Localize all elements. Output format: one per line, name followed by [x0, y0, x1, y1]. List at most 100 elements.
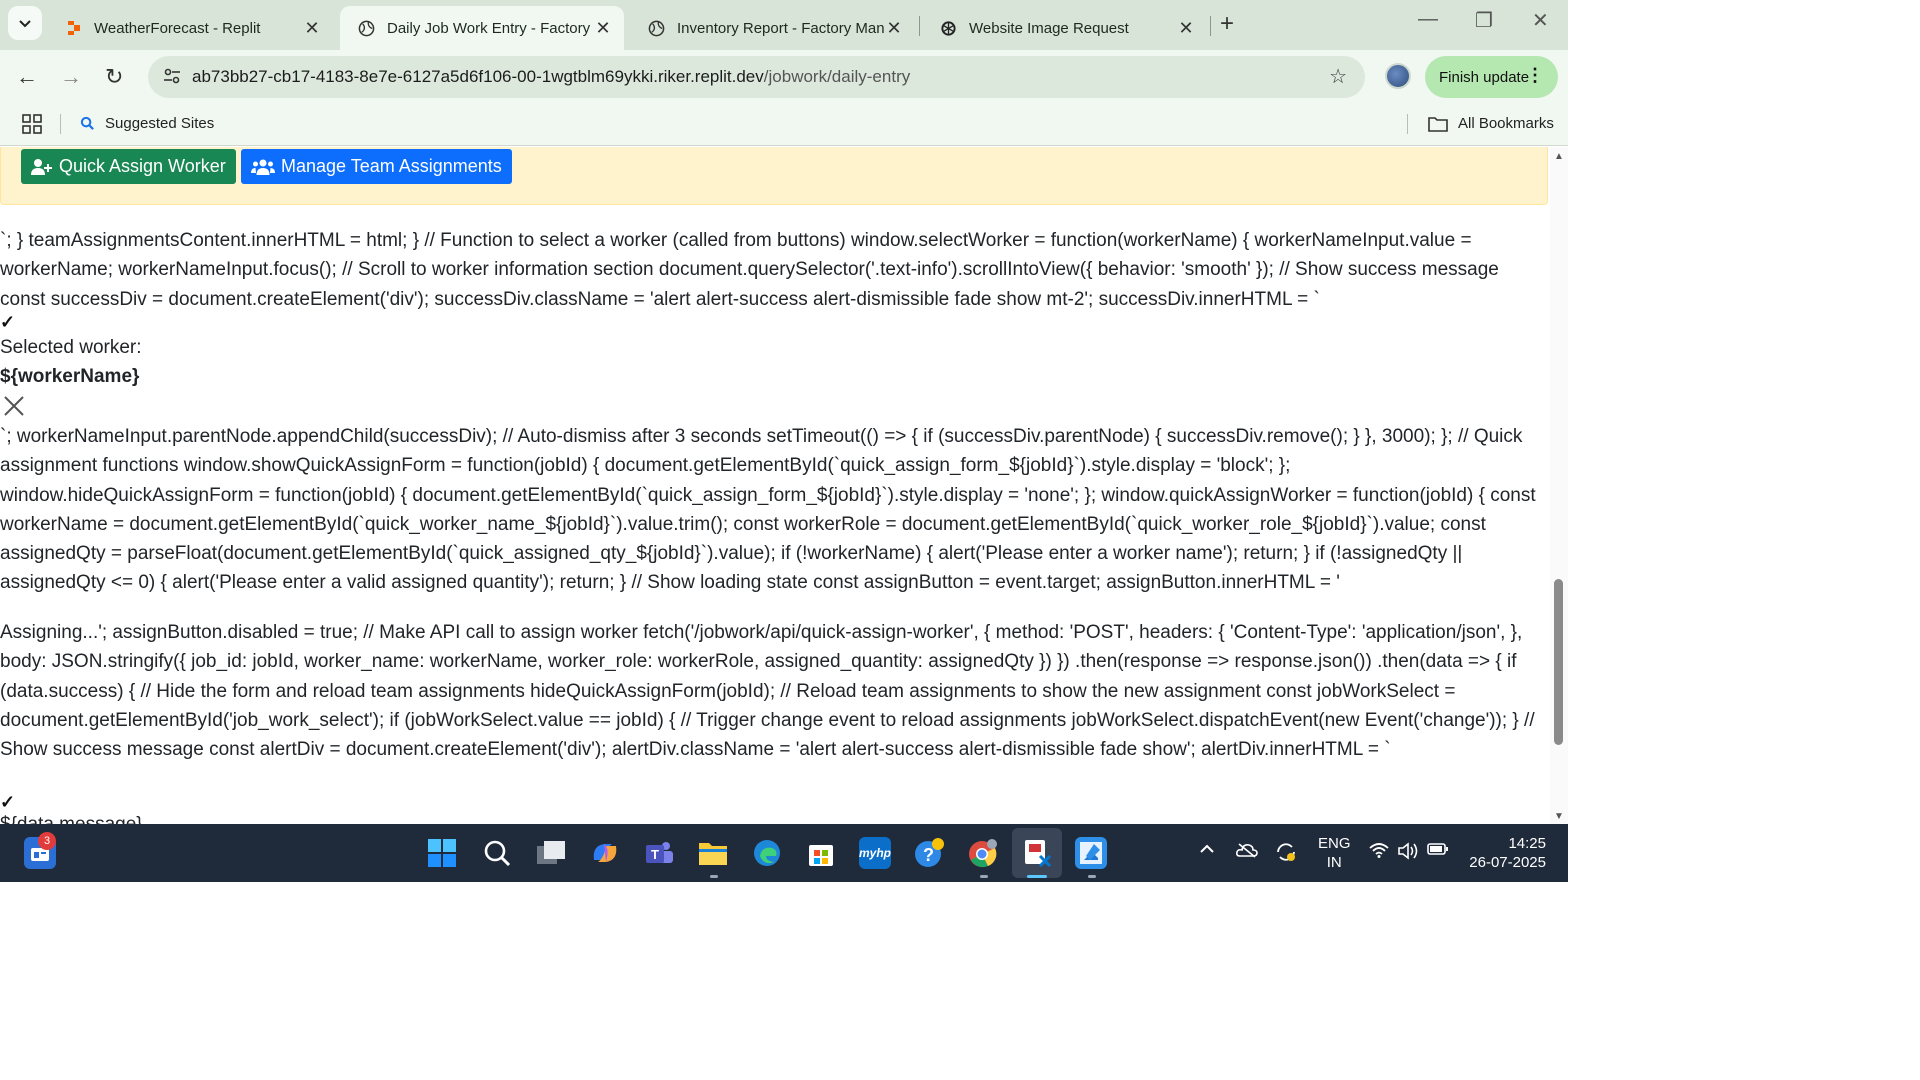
- tab-title: WeatherForecast - Replit: [94, 19, 261, 37]
- url-text[interactable]: ab73bb27-cb17-4183-8e7e-6127a5d6f106-00-…: [192, 67, 910, 87]
- chevron-down-icon: [19, 20, 31, 28]
- tab-separator: [919, 16, 920, 36]
- sync-icon[interactable]: [1275, 842, 1297, 867]
- cut-off-line: ${data.message}: [0, 814, 143, 824]
- all-bookmarks-button[interactable]: All Bookmarks: [1428, 115, 1554, 132]
- apps-grid-icon[interactable]: [22, 114, 42, 134]
- close-icon[interactable]: ✕: [1177, 18, 1195, 39]
- bookmark-separator: [1407, 114, 1408, 134]
- search-icon: [80, 116, 94, 130]
- search-icon[interactable]: [481, 837, 513, 869]
- globe-icon: [648, 20, 665, 36]
- battery-icon[interactable]: [1427, 842, 1449, 861]
- more-menu-icon[interactable]: ⋮: [1526, 65, 1544, 86]
- assignment-alert-bar: Quick Assign Worker Manage Team Assignme…: [0, 147, 1548, 205]
- tab-search-button[interactable]: [8, 6, 42, 40]
- tab-daily-job-work-entry[interactable]: Daily Job Work Entry - Factory Ma ✕: [340, 6, 624, 50]
- folder-icon: [1428, 116, 1448, 132]
- forward-button[interactable]: →: [60, 64, 82, 90]
- clock-time: 14:25: [1508, 835, 1546, 852]
- onedrive-icon[interactable]: [1236, 842, 1258, 863]
- microsoft-store-icon[interactable]: [805, 837, 837, 869]
- minimize-button[interactable]: —: [1418, 8, 1438, 31]
- worker-name-template: ${workerName}: [0, 366, 140, 387]
- notification-badge: 3: [38, 832, 56, 850]
- page-scrollbar[interactable]: ▲ ▼: [1550, 147, 1568, 824]
- task-view-icon[interactable]: [535, 837, 567, 869]
- site-info-icon[interactable]: [162, 66, 182, 86]
- svg-text:?: ?: [923, 845, 934, 865]
- tab-weatherforecast[interactable]: WeatherForecast - Replit ✕: [48, 6, 333, 50]
- manage-team-assignments-button[interactable]: Manage Team Assignments: [241, 149, 512, 184]
- quick-assign-worker-button[interactable]: Quick Assign Worker: [21, 149, 236, 184]
- close-icon[interactable]: ✕: [594, 18, 612, 39]
- teams-icon[interactable]: T: [643, 837, 675, 869]
- tab-separator: [1210, 16, 1211, 36]
- language-indicator[interactable]: ENG IN: [1318, 834, 1351, 872]
- edge-icon[interactable]: [751, 837, 783, 869]
- finish-update-button[interactable]: Finish update ⋮: [1425, 56, 1558, 98]
- raw-script-text-3: Assigning...'; assignButton.disabled = t…: [0, 622, 1535, 761]
- svg-text:T: T: [651, 847, 659, 862]
- chrome-icon[interactable]: [967, 837, 999, 869]
- checkmark-icon: ✓: [0, 792, 16, 812]
- bookmark-separator: [60, 114, 61, 134]
- scroll-up-arrow-icon[interactable]: ▲: [1554, 151, 1564, 162]
- active-indicator: [1027, 875, 1047, 878]
- system-clock[interactable]: 14:25 26-07-2025: [1466, 834, 1546, 872]
- scroll-down-arrow-icon[interactable]: ▼: [1554, 811, 1564, 822]
- show-hidden-icons-chevron-icon[interactable]: [1199, 842, 1215, 860]
- volume-icon[interactable]: [1397, 842, 1419, 865]
- region-code: IN: [1326, 854, 1342, 871]
- checkmark-icon: ✓: [0, 312, 16, 332]
- all-bookmarks-label: All Bookmarks: [1458, 115, 1554, 132]
- raw-script-text-2: `; workerNameInput.parentNode.appendChil…: [0, 426, 1536, 594]
- myhp-icon[interactable]: myhp: [859, 837, 891, 869]
- running-indicator: [1088, 875, 1096, 878]
- scrollbar-thumb[interactable]: [1554, 579, 1563, 745]
- reload-button[interactable]: ↻: [105, 64, 123, 90]
- windows-start-icon[interactable]: [426, 837, 458, 869]
- language-code: ENG: [1318, 835, 1351, 852]
- url-path: /jobwork/daily-entry: [763, 67, 911, 86]
- bookmark-star-icon[interactable]: ☆: [1329, 64, 1347, 89]
- manage-team-label: Manage Team Assignments: [281, 156, 502, 176]
- back-button[interactable]: ←: [16, 64, 38, 90]
- close-icon[interactable]: ✕: [885, 18, 903, 39]
- close-icon[interactable]: ✕: [303, 18, 321, 39]
- openai-icon: [941, 20, 956, 36]
- window-close-button[interactable]: ✕: [1532, 8, 1549, 33]
- tab-title: Inventory Report - Factory Mana: [677, 19, 885, 37]
- snipping-tool-icon[interactable]: [1021, 837, 1053, 869]
- wifi-icon[interactable]: [1369, 842, 1389, 863]
- running-indicator: [710, 875, 718, 878]
- get-help-icon[interactable]: ?: [913, 837, 945, 869]
- copilot-icon[interactable]: [589, 837, 621, 869]
- replit-icon: [68, 21, 80, 35]
- quick-assign-label: Quick Assign Worker: [59, 156, 226, 176]
- selected-worker-label: Selected worker:: [0, 337, 142, 358]
- new-tab-button[interactable]: +: [1220, 10, 1234, 38]
- tab-website-image-request[interactable]: Website Image Request ✕: [922, 6, 1207, 50]
- users-icon: [251, 159, 275, 175]
- address-bar[interactable]: ab73bb27-cb17-4183-8e7e-6127a5d6f106-00-…: [148, 56, 1365, 98]
- tab-inventory-report[interactable]: Inventory Report - Factory Mana ✕: [630, 6, 915, 50]
- bookmarks-bar: Suggested Sites All Bookmarks: [0, 104, 1568, 146]
- globe-icon: [358, 20, 375, 36]
- running-indicator: [980, 875, 988, 878]
- suggested-sites-bookmark[interactable]: Suggested Sites: [80, 115, 214, 132]
- profile-avatar[interactable]: [1385, 63, 1411, 89]
- file-explorer-icon[interactable]: [697, 837, 729, 869]
- paint-icon[interactable]: [1075, 837, 1107, 869]
- clock-date: 26-07-2025: [1469, 854, 1546, 871]
- browser-toolbar: ← → ↻ ab73bb27-cb17-4183-8e7e-6127a5d6f1…: [0, 50, 1568, 104]
- close-x-icon[interactable]: [3, 395, 25, 417]
- finish-update-label: Finish update: [1439, 68, 1530, 86]
- user-plus-icon: [31, 158, 52, 175]
- tab-strip: WeatherForecast - Replit ✕ Daily Job Wor…: [0, 0, 1568, 50]
- tab-title: Daily Job Work Entry - Factory Ma: [387, 19, 594, 37]
- suggested-sites-label: Suggested Sites: [105, 115, 215, 132]
- page-content: Quick Assign Worker Manage Team Assignme…: [0, 147, 1550, 824]
- url-host: ab73bb27-cb17-4183-8e7e-6127a5d6f106-00-…: [192, 67, 764, 86]
- restore-button[interactable]: ❐: [1475, 8, 1493, 33]
